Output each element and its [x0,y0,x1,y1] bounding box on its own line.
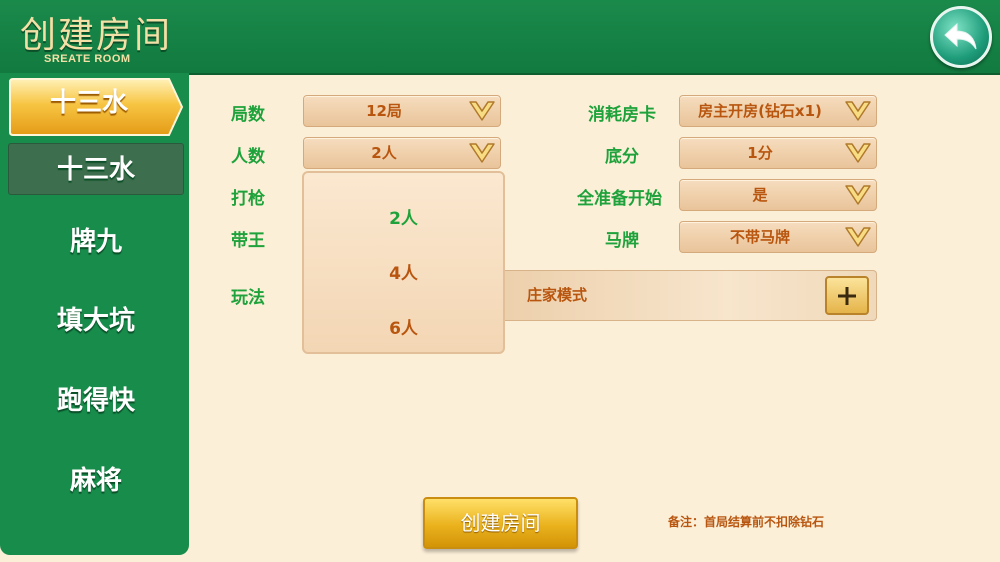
base-score-label: 底分 [605,147,639,167]
rounds-dropdown[interactable]: 12局 [303,95,501,127]
plus-icon [838,286,856,305]
note-text: 备注：首局结算前不扣除钻石 [668,515,825,529]
mode-value: 庄家模式 [527,286,588,304]
room-card-value: 房主开房(钻石x1) [698,102,822,120]
rounds-label: 局数 [231,105,265,125]
sidebar-item-tiandakeng[interactable]: 填大坑 [8,295,184,347]
players-options-popup: 2人 4人 6人 [302,171,505,354]
all-ready-value: 是 [752,186,768,204]
players-value: 2人 [371,144,397,162]
players-dropdown[interactable]: 2人 [303,137,501,169]
create-room-screen: 创建房间 SREATE ROOM 十三水 十三水 牌九 填大坑 跑得快 麻将 局… [0,0,1000,562]
room-card-label: 消耗房卡 [588,105,656,125]
chevron-down-icon [845,185,871,205]
sidebar-item-paijiu[interactable]: 牌九 [8,216,184,268]
add-mode-button[interactable] [825,276,869,315]
sidebar-active-tab[interactable]: 十三水 [9,76,184,139]
chevron-down-icon [845,101,871,121]
sidebar-active-label: 十三水 [49,88,128,118]
page-subtitle: SREATE ROOM [44,53,131,65]
chevron-down-icon [845,227,871,247]
all-ready-dropdown[interactable]: 是 [679,179,877,211]
create-room-button[interactable]: 创建房间 [423,497,578,549]
gun-label: 打枪 [231,189,265,209]
mode-label: 玩法 [231,288,265,308]
header-bar: 创建房间 SREATE ROOM [0,0,1000,75]
chevron-down-icon [469,101,495,121]
rounds-value: 12局 [366,102,402,120]
all-ready-label: 全准备开始 [577,189,662,209]
chevron-down-icon [845,143,871,163]
sidebar-item-majiang[interactable]: 麻将 [8,455,184,507]
popup-option-2[interactable]: 2人 [304,204,503,229]
horse-value: 不带马牌 [729,228,790,246]
players-label: 人数 [231,147,265,167]
game-sidebar: 十三水 十三水 牌九 填大坑 跑得快 麻将 [0,73,189,555]
popup-option-4[interactable]: 4人 [304,259,503,284]
base-score-value: 1分 [747,144,773,162]
mode-selector[interactable]: 庄家模式 [505,270,877,321]
base-score-dropdown[interactable]: 1分 [679,137,877,169]
popup-option-6[interactable]: 6人 [304,314,503,339]
room-card-dropdown[interactable]: 房主开房(钻石x1) [679,95,877,127]
joker-label: 带王 [231,231,265,251]
page-title: 创建房间 [20,15,173,56]
back-button[interactable] [930,6,992,68]
sidebar-item-paodekuai[interactable]: 跑得快 [8,375,184,427]
sidebar-item-shisanshui[interactable]: 十三水 [8,143,184,195]
back-arrow-icon [944,22,977,50]
horse-label: 马牌 [605,231,639,251]
horse-dropdown[interactable]: 不带马牌 [679,221,877,253]
chevron-down-icon [469,143,495,163]
